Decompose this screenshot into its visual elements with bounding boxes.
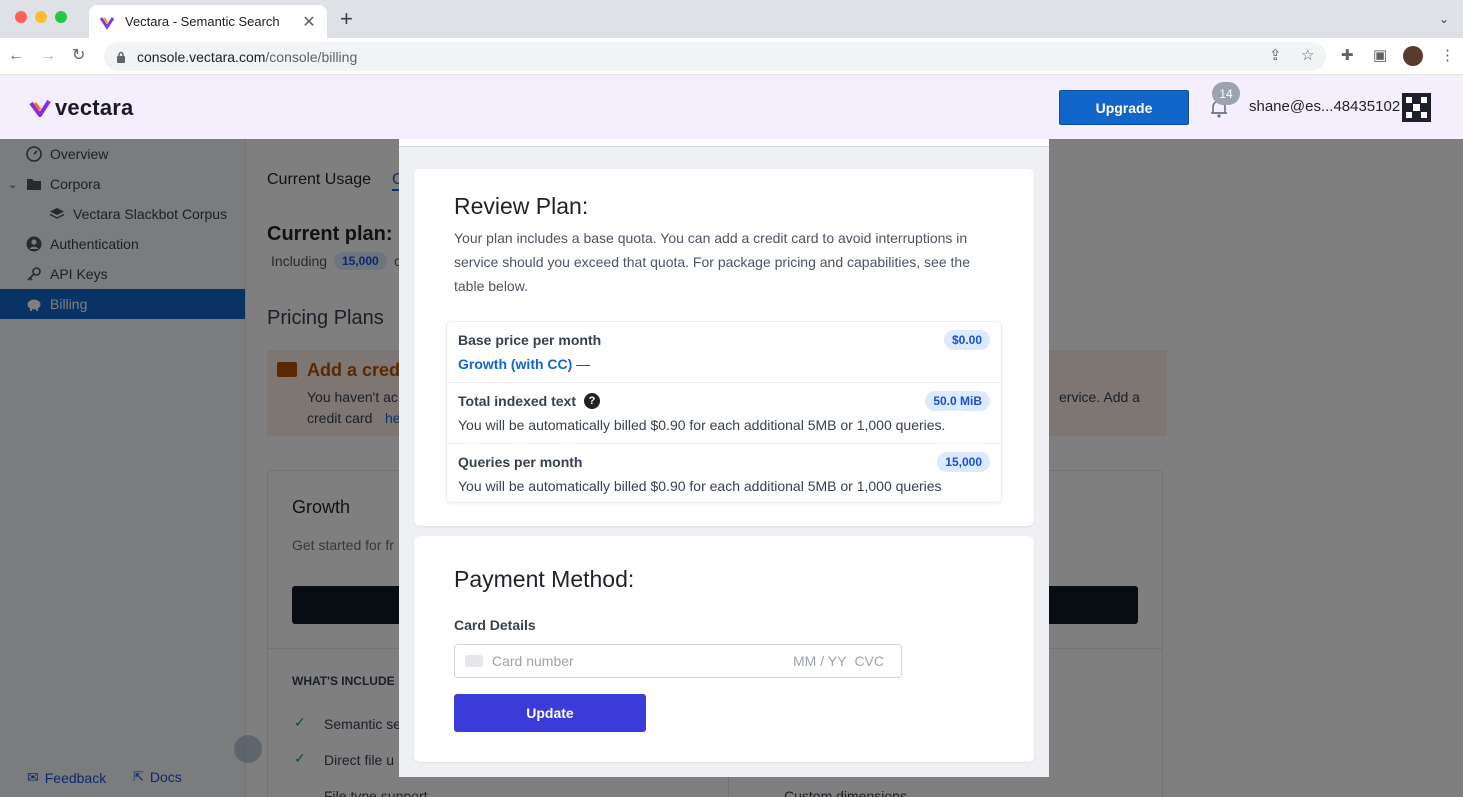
credit-card-icon <box>465 655 483 667</box>
reload-icon[interactable]: ↻ <box>72 47 85 65</box>
review-plan-panel: Review Plan: Your plan includes a base q… <box>414 169 1034 526</box>
new-tab-icon[interactable]: + <box>340 8 353 30</box>
logo-text: vectara <box>55 95 134 120</box>
upgrade-button[interactable]: Upgrade <box>1059 90 1189 125</box>
vectara-logo[interactable]: vectara <box>29 95 133 121</box>
vectara-logo-icon <box>29 99 51 117</box>
tab-search-chevron-icon[interactable]: ⌄ <box>1439 12 1449 26</box>
plan-table: Base price per month Growth (with CC) — … <box>446 321 1002 503</box>
card-expiry-field[interactable]: MM / YY <box>793 653 846 669</box>
user-email[interactable]: shane@es...48435102 <box>1249 98 1400 115</box>
card-cvc-field[interactable]: CVC <box>854 653 884 669</box>
row-sub: You will be automatically billed $0.90 f… <box>458 478 942 494</box>
indexed-text-pill: 50.0 MiB <box>925 391 990 411</box>
review-plan-description: Your plan includes a base quota. You can… <box>454 230 970 294</box>
share-icon[interactable]: ⇪ <box>1269 48 1282 64</box>
browser-toolbar: ← → ↻ console.vectara.com/console/billin… <box>0 38 1463 75</box>
modal-top-edge <box>399 139 1049 147</box>
close-window-button[interactable] <box>15 11 27 23</box>
browser-profile-avatar[interactable] <box>1403 46 1423 66</box>
minimize-window-button[interactable] <box>35 11 47 23</box>
back-icon[interactable]: ← <box>8 47 24 65</box>
url-host: console.vectara.com <box>137 48 266 65</box>
row-label: Queries per month <box>458 454 583 470</box>
address-bar[interactable]: console.vectara.com/console/billing <box>104 42 1326 71</box>
sidebar-collapse-button[interactable] <box>234 735 262 763</box>
row-sub: You will be automatically billed $0.90 f… <box>458 417 946 433</box>
notification-count-badge: 14 <box>1212 82 1240 105</box>
row-label-text: Total indexed text <box>458 393 576 409</box>
extensions-icon[interactable]: ✚ <box>1341 48 1354 64</box>
price-pill: $0.00 <box>943 330 990 350</box>
close-tab-icon[interactable]: ✕ <box>301 12 317 32</box>
side-panel-icon[interactable]: ▣ <box>1373 48 1387 64</box>
queries-pill: 15,000 <box>937 452 990 472</box>
plan-dash: — <box>572 356 591 372</box>
bookmark-star-icon[interactable]: ☆ <box>1301 48 1314 64</box>
browser-menu-icon[interactable]: ⋮ <box>1440 48 1455 64</box>
help-icon[interactable]: ? <box>583 393 600 409</box>
card-details-label: Card Details <box>454 617 536 633</box>
payment-method-panel: Payment Method: Card Details Card number… <box>414 536 1034 762</box>
maximize-window-button[interactable] <box>55 11 67 23</box>
user-avatar[interactable] <box>1402 93 1431 122</box>
review-plan-title: Review Plan: <box>454 193 589 219</box>
browser-tab-bar: Vectara - Semantic Search ✕ + ⌄ <box>0 0 1463 38</box>
forward-icon[interactable]: → <box>40 47 56 65</box>
card-number-field[interactable]: Card number <box>492 653 793 669</box>
billing-modal: Review Plan: Your plan includes a base q… <box>399 139 1049 777</box>
lock-icon <box>117 51 125 63</box>
payment-method-title: Payment Method: <box>454 566 635 592</box>
row-label: Total indexed text? <box>458 393 600 409</box>
tab-title: Vectara - Semantic Search <box>125 14 280 29</box>
table-row: Total indexed text? You will be automati… <box>447 383 1001 444</box>
update-button[interactable]: Update <box>454 694 646 732</box>
browser-tab[interactable]: Vectara - Semantic Search ✕ <box>89 5 327 38</box>
card-input[interactable]: Card number MM / YY CVC <box>454 644 902 678</box>
vectara-favicon-icon <box>99 16 115 30</box>
row-label: Base price per month <box>458 332 602 348</box>
app-header <box>0 75 1463 139</box>
url-path: /console/billing <box>265 48 358 65</box>
plan-link[interactable]: Growth (with CC) <box>458 356 572 372</box>
table-row: Base price per month Growth (with CC) — … <box>447 322 1001 383</box>
table-row: Queries per month You will be automatica… <box>447 444 1001 505</box>
